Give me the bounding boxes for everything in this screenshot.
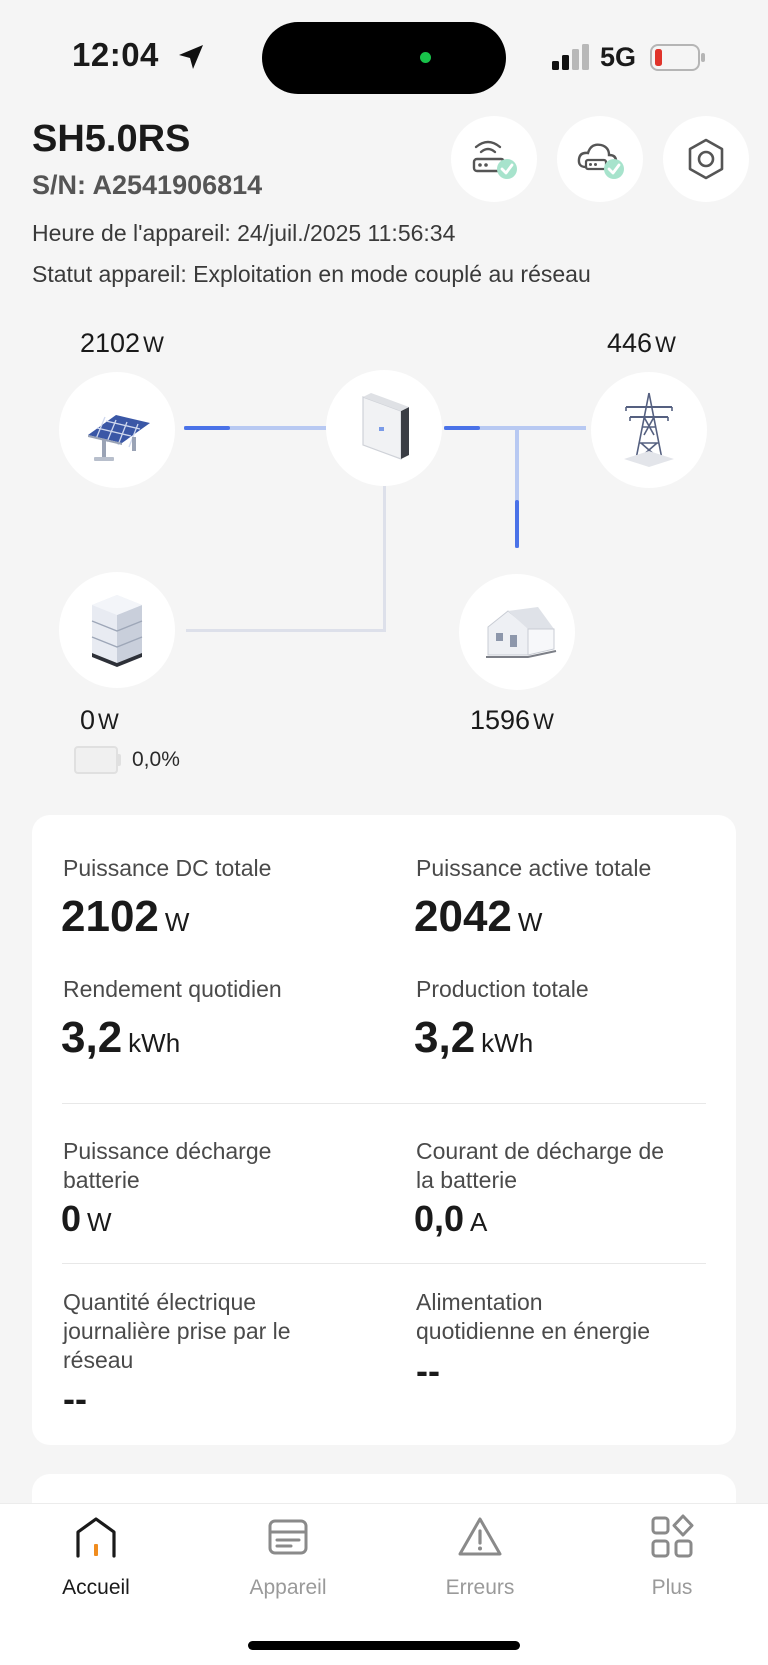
dc-power-label: Puissance DC totale [63,855,272,881]
status-time: 12:04 [72,36,159,73]
house-icon [486,607,557,658]
grid-power-value: 446 W [607,328,676,358]
home-indicator[interactable] [248,1641,520,1650]
nav-more[interactable]: Plus [597,1512,747,1600]
device-status: Statut appareil: Exploitation en mode co… [32,261,591,287]
wifi-connected-icon [472,140,517,179]
wifi-status-button[interactable] [451,116,537,202]
house-flow-pulse [515,500,519,548]
device-icon [268,1519,308,1555]
inverter-battery-line-h [186,629,386,632]
battery-discharge-power-value: 0W [61,1198,112,1239]
daily-yield-label: Rendement quotidien [63,976,282,1002]
stats-divider [62,1103,706,1104]
grid-node[interactable] [591,372,707,488]
grid-flow-pulse [444,426,480,430]
solar-panel-icon [88,415,150,461]
battery-power-value: 0W [80,705,119,735]
inverter-node[interactable] [326,370,442,486]
inverter-icon [362,393,409,460]
load-power-value: 1596 W [470,705,554,735]
cloud-status-button[interactable] [557,116,643,202]
daily-energy-supply-value: -- [416,1350,440,1391]
pv-power-value: 2102 W [80,328,164,358]
warning-icon [458,1517,502,1556]
nav-home[interactable]: Accueil [21,1512,171,1600]
pv-node[interactable] [59,372,175,488]
battery-soc-nub [118,754,121,766]
battery-soc-indicator [74,746,118,774]
settings-button[interactable] [663,116,749,202]
power-pylon-icon [624,392,674,467]
nav-errors-label: Erreurs [445,1576,515,1599]
nav-errors[interactable]: Erreurs [405,1512,555,1600]
daily-grid-import-value: -- [63,1378,87,1419]
nav-home-label: Accueil [62,1576,130,1599]
pv-flow-pulse [184,426,230,430]
location-arrow-icon [179,45,203,69]
stats-divider [62,1263,706,1264]
total-production-value: 3,2 kWh [414,1013,534,1062]
battery-low-icon [650,44,705,71]
daily-yield-value: 3,2 kWh [61,1013,181,1062]
more-grid-icon [651,1514,694,1558]
device-serial: S/N: A2541906814 [32,170,263,200]
load-node[interactable] [459,574,575,690]
battery-soc-value: 0,0% [132,748,180,771]
total-production-label: Production totale [416,976,589,1002]
device-time: Heure de l'appareil: 24/juil./2025 11:56… [32,220,456,246]
nav-device[interactable]: Appareil [213,1512,363,1600]
battery-stack-icon [91,595,143,667]
cloud-connected-icon [577,143,624,179]
device-model: SH5.0RS [32,118,191,160]
dc-power-value: 2102 W [61,892,190,941]
network-type: 5G [600,42,637,72]
camera-indicator-dot [420,52,431,63]
home-icon [76,1517,116,1558]
inverter-battery-line-v [383,486,386,632]
battery-discharge-current-value: 0,0 A [414,1198,488,1239]
daily-energy-supply-label: Alimentation quotidienne en énergie [416,1289,651,1344]
battery-discharge-power-label: Puissance décharge batterie [63,1138,272,1193]
nav-device-label: Appareil [249,1576,327,1599]
daily-grid-import-label: Quantité électrique journalière prise pa… [63,1289,291,1373]
active-power-label: Puissance active totale [416,855,652,881]
battery-discharge-current-label: Courant de décharge de la batterie [416,1138,665,1193]
dynamic-island [262,22,506,94]
settings-gear-icon [688,138,724,180]
battery-node[interactable] [59,572,175,688]
active-power-value: 2042 W [414,892,543,941]
nav-more-label: Plus [651,1576,693,1599]
signal-icon [552,44,589,70]
